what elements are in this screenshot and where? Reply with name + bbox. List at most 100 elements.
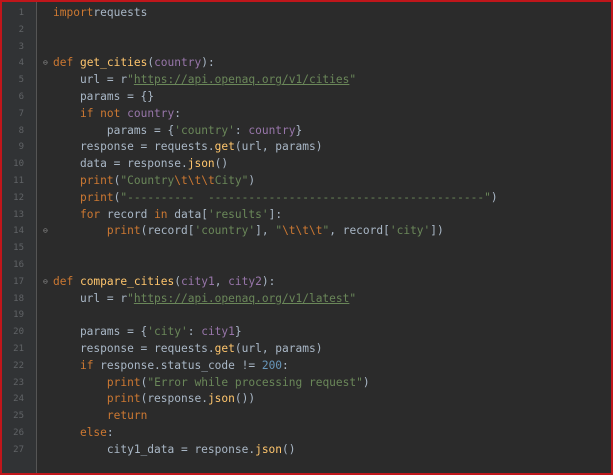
code-token: def	[53, 56, 80, 70]
code-line[interactable]: 3	[2, 39, 611, 56]
code-token: return	[106, 409, 148, 423]
code-line[interactable]: 21 response = requests.get(url, params)	[2, 341, 611, 358]
code-token: response = requests.	[53, 341, 215, 355]
line-number: 3	[18, 41, 24, 52]
line-source: if response.status_code != 200:	[53, 358, 289, 375]
code-token: "	[127, 73, 134, 87]
fold-toggle-icon[interactable]: ⊖	[43, 59, 51, 67]
code-line[interactable]: 22 if response.status_code != 200:	[2, 358, 611, 375]
code-token: 200	[261, 358, 283, 372]
line-number: 20	[13, 327, 24, 338]
code-line[interactable]: 7 if not country:	[2, 106, 611, 123]
code-token: record	[106, 207, 155, 221]
code-line[interactable]: 11 print("Country\t\t\tCity")	[2, 173, 611, 190]
code-line[interactable]: 18 url = r"https://api.openaq.org/v1/lat…	[2, 291, 611, 308]
code-line[interactable]: 5 url = r"https://api.openaq.org/v1/citi…	[2, 72, 611, 89]
line-number: 21	[13, 343, 24, 354]
code-token: data[	[174, 207, 208, 221]
code-token: params = {	[53, 123, 175, 137]
code-line[interactable]: 10 data = response.json()	[2, 156, 611, 173]
line-source: params = {'country': country}	[53, 123, 302, 140]
code-line[interactable]: 23 print("Error while processing request…	[2, 375, 611, 392]
code-token: def	[53, 274, 80, 288]
line-number: 17	[13, 276, 24, 287]
code-line[interactable]: 13 for record in data['results']:	[2, 207, 611, 224]
line-source: data = response.json()	[53, 156, 228, 173]
code-token: }	[295, 123, 303, 137]
code-token: city2	[228, 274, 262, 288]
code-line[interactable]: 14 ⊖ print(record['country'], "\t\t\t", r…	[2, 223, 611, 240]
line-number: 27	[13, 444, 24, 455]
code-token: 'country'	[194, 224, 256, 238]
code-token: :	[187, 325, 202, 339]
line-number: 16	[13, 259, 24, 270]
fold-toggle-icon[interactable]: ⊖	[43, 227, 51, 235]
code-line[interactable]: 20 params = {'city': city1}	[2, 324, 611, 341]
line-source: url = r"https://api.openaq.org/v1/cities…	[53, 72, 356, 89]
code-line[interactable]: 8 params = {'country': country}	[2, 123, 611, 140]
code-token: data = response.	[53, 157, 188, 171]
code-line[interactable]: 1 importrequests	[2, 5, 611, 22]
code-line[interactable]: 15	[2, 240, 611, 257]
code-token: country	[127, 106, 175, 120]
line-number: 13	[13, 209, 24, 220]
code-token: "---------- ----------------------------…	[120, 190, 491, 204]
code-token: 'city'	[389, 224, 431, 238]
line-number: 18	[13, 293, 24, 304]
code-line[interactable]: 9 response = requests.get(url, params)	[2, 139, 611, 156]
code-token: ):	[261, 274, 276, 288]
code-line[interactable]: 26 else:	[2, 425, 611, 442]
code-token: json	[207, 392, 235, 406]
code-line[interactable]: 17 ⊖ def compare_cities(city1, city2):	[2, 274, 611, 291]
code-token: ):	[201, 56, 215, 70]
code-token: city1_data = response.	[53, 442, 256, 456]
code-token: print	[79, 190, 114, 204]
code-token: ()	[214, 157, 229, 171]
code-token: for	[79, 207, 107, 221]
code-line[interactable]: 27 city1_data = response.json()	[2, 442, 611, 459]
code-token: ()	[282, 442, 296, 456]
code-token: (response.	[140, 392, 208, 406]
code-token: (record[	[140, 224, 195, 238]
code-token: 'country'	[174, 123, 235, 137]
code-token: 'city'	[147, 325, 188, 339]
code-token: else	[79, 425, 107, 439]
code-token: get_cities	[79, 56, 148, 70]
code-line[interactable]: 12 print("---------- -------------------…	[2, 190, 611, 207]
code-line[interactable]: 25 return	[2, 408, 611, 425]
line-number: 25	[13, 411, 24, 422]
code-token: country	[248, 123, 296, 137]
code-line[interactable]: 2	[2, 22, 611, 39]
code-token: https://api.openaq.org/v1/cities	[133, 73, 350, 87]
code-token: :	[174, 106, 182, 120]
line-number: 5	[18, 75, 24, 86]
line-number: 11	[13, 175, 24, 186]
code-token: requests	[93, 6, 148, 19]
line-source: params = {'city': city1}	[53, 324, 242, 341]
code-line[interactable]: 24 print(response.json())	[2, 391, 611, 408]
code-token: ])	[430, 224, 444, 238]
code-token: "	[349, 73, 357, 87]
line-source: url = r"https://api.openaq.org/v1/latest…	[53, 291, 356, 308]
line-number: 7	[18, 108, 24, 119]
code-token: print	[106, 224, 141, 238]
code-token: get	[214, 140, 235, 154]
code-token: response.status_code !=	[100, 358, 262, 372]
line-number: 9	[18, 142, 24, 153]
line-number: 23	[13, 377, 24, 388]
line-source: importrequests	[53, 5, 147, 22]
code-line[interactable]: 19	[2, 307, 611, 324]
code-token: "	[127, 291, 134, 305]
code-line[interactable]: 6 params = {}	[2, 89, 611, 106]
code-token: get	[214, 341, 235, 355]
code-area[interactable]: 1 importrequests 2 3 4 ⊖ def get_cities(countr…	[2, 5, 611, 459]
line-source: city1_data = response.json()	[53, 442, 296, 459]
code-line[interactable]: 16	[2, 257, 611, 274]
code-line[interactable]: 4 ⊖ def get_cities(country):	[2, 55, 611, 72]
fold-toggle-icon[interactable]: ⊖	[43, 277, 51, 286]
